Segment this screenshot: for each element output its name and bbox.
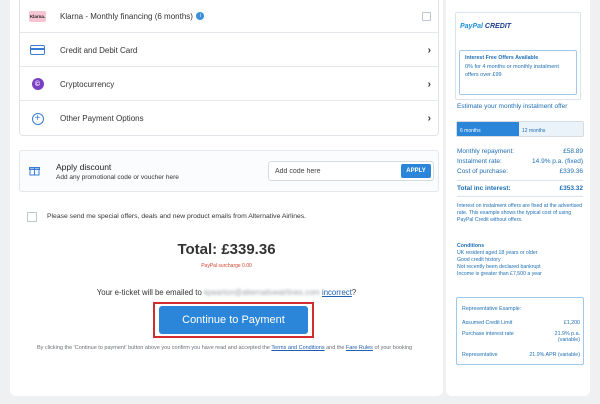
payment-option-label: Klarna - Monthly financing (6 months) i bbox=[60, 12, 205, 21]
term-toggle: 6 months 12 months bbox=[456, 121, 584, 137]
payment-panel: Klarna. Klarna - Monthly financing (6 mo… bbox=[10, 0, 443, 396]
payment-option-label: Cryptocurrency bbox=[60, 79, 115, 89]
estimate-title: Estimate your monthly instalment offer bbox=[457, 103, 568, 110]
cost-of-purchase-row: Cost of purchase: £339.36 bbox=[457, 168, 583, 175]
paypal-credit-logo: PayPal CREDIT bbox=[460, 23, 511, 30]
condition-item: Not recently been declared bankrupt bbox=[457, 264, 541, 270]
discount-section: Apply discount Add any promotional code … bbox=[19, 150, 439, 192]
discount-title: Apply discount bbox=[56, 162, 112, 172]
apply-button[interactable]: APPLY bbox=[401, 164, 431, 178]
monthly-repayment-row: Monthly repayment: £58.89 bbox=[457, 148, 583, 155]
eticket-line: Your e-ticket will be emailed to kpearto… bbox=[96, 288, 357, 297]
gift-icon bbox=[29, 165, 40, 176]
conditions: Conditions UK resident aged 18 years or … bbox=[457, 243, 583, 278]
chevron-right-icon: › bbox=[427, 113, 431, 124]
offers-title: Interest Free Offers Available bbox=[465, 55, 539, 61]
paypal-credit-panel: PayPal CREDIT Interest Free Offers Avail… bbox=[455, 12, 581, 100]
payment-option-klarna[interactable]: Klarna. Klarna - Monthly financing (6 mo… bbox=[20, 0, 438, 33]
payment-option-card[interactable]: Credit and Debit Card › bbox=[20, 34, 438, 67]
chevron-right-icon: › bbox=[427, 78, 431, 90]
klarna-logo: Klarna. bbox=[29, 9, 46, 23]
total-interest-row: Total inc interest: £353.32 bbox=[457, 185, 583, 192]
rep-row: Representative 21.9% APR (variable) bbox=[462, 352, 580, 358]
discount-subtitle: Add any promotional code or voucher here bbox=[56, 174, 179, 181]
crypto-icon: © bbox=[29, 77, 46, 91]
total-price: Total: £339.36 bbox=[177, 241, 276, 258]
newsletter-label: Please send me special offers, deals and… bbox=[47, 213, 307, 220]
paypal-credit-sidebar: PayPal CREDIT Interest Free Offers Avail… bbox=[446, 0, 590, 396]
continue-to-payment-button[interactable]: Continue to Payment bbox=[159, 306, 308, 334]
rep-row: Purchase interest rate 21.9% p.a. (variab… bbox=[462, 331, 580, 343]
terms-notice: By clicking the 'Continue to payment' bu… bbox=[37, 345, 413, 351]
paypal-surcharge: PayPal surcharge 0.00 bbox=[201, 263, 252, 269]
condition-item: UK resident aged 18 years or older bbox=[457, 250, 538, 256]
plus-circle-icon: + bbox=[29, 112, 46, 126]
email-address: kpearton@alternativeairlines.com bbox=[203, 288, 320, 297]
rep-row: Assumed Credit Limit £1,200 bbox=[462, 320, 580, 326]
fare-rules-link[interactable]: Fare Rules bbox=[346, 345, 373, 351]
offers-text: 0% for 4 months or monthly instalment of… bbox=[465, 64, 559, 78]
offers-box: Interest Free Offers Available 0% for 4 … bbox=[459, 50, 577, 95]
chevron-right-icon: › bbox=[427, 44, 431, 56]
interest-disclaimer: Interest on instalment offers are fixed … bbox=[457, 203, 583, 223]
info-icon[interactable]: i bbox=[196, 12, 205, 21]
conditions-title: Conditions bbox=[457, 243, 485, 249]
instalment-rate-row: Instalment rate: 14.9% p.a. (fixed) bbox=[457, 158, 583, 165]
newsletter-checkbox[interactable] bbox=[27, 212, 37, 222]
divider bbox=[457, 180, 583, 181]
credit-card-icon bbox=[29, 43, 46, 57]
rep-title: Representative Example: bbox=[462, 306, 522, 312]
terms-link[interactable]: Terms and Conditions bbox=[271, 345, 324, 351]
payment-option-crypto[interactable]: © Cryptocurrency › bbox=[20, 68, 438, 101]
payment-option-label: Other Payment Options bbox=[60, 114, 144, 123]
condition-item: Good credit history bbox=[457, 257, 501, 263]
condition-item: Income is greater than £7,500 a year bbox=[457, 271, 542, 277]
representative-example: Representative Example: Assumed Credit L… bbox=[456, 297, 584, 365]
incorrect-email-link[interactable]: incorrect bbox=[322, 288, 352, 297]
payment-option-label: Credit and Debit Card bbox=[60, 45, 138, 55]
klarna-checkbox[interactable] bbox=[422, 11, 431, 21]
payment-options-list: Klarna. Klarna - Monthly financing (6 mo… bbox=[19, 0, 439, 136]
payment-option-other[interactable]: + Other Payment Options › bbox=[20, 102, 438, 135]
tab-6-months[interactable]: 6 months bbox=[457, 122, 519, 136]
divider bbox=[457, 196, 583, 197]
tab-12-months[interactable]: 12 months bbox=[519, 122, 583, 136]
